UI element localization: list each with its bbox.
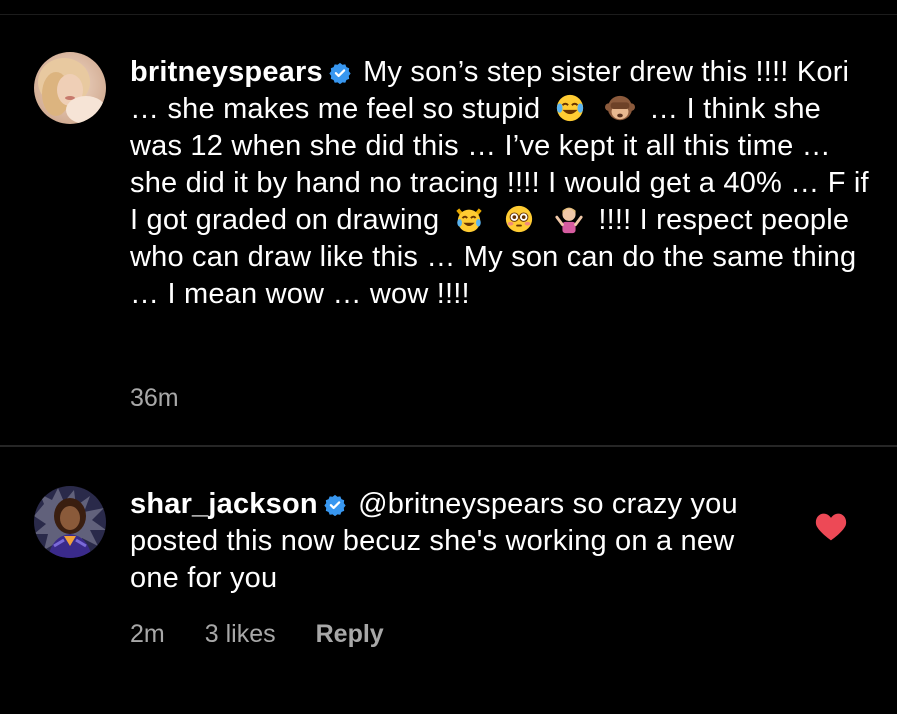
username[interactable]: britneyspears bbox=[130, 56, 323, 88]
divider bbox=[0, 445, 897, 447]
top-divider bbox=[0, 14, 897, 15]
verified-badge-icon bbox=[329, 62, 351, 84]
avatar[interactable] bbox=[34, 486, 106, 558]
face-with-tears-of-joy-emoji bbox=[556, 94, 583, 122]
flushed-face-emoji bbox=[505, 205, 532, 233]
heart-icon[interactable] bbox=[815, 512, 847, 542]
comment-text: britneyspears My son’s step sister drew … bbox=[130, 54, 870, 313]
comment-meta: 36m bbox=[130, 384, 219, 413]
see-no-evil-monkey-emoji bbox=[604, 95, 635, 121]
username[interactable]: shar_jackson bbox=[130, 488, 318, 520]
likes-count[interactable]: 3 likes bbox=[205, 620, 276, 648]
comment-text: shar_jackson @britneyspears so crazy you… bbox=[130, 486, 790, 597]
comment-meta: 2m 3 likes Reply bbox=[130, 620, 424, 649]
timestamp: 2m bbox=[130, 620, 165, 648]
timestamp: 36m bbox=[130, 384, 179, 412]
person-shrugging-emoji bbox=[555, 207, 583, 234]
verified-badge-icon bbox=[324, 494, 346, 516]
crying-cat-emoji bbox=[455, 208, 482, 233]
reply-button[interactable]: Reply bbox=[316, 620, 384, 648]
avatar[interactable] bbox=[34, 52, 106, 124]
